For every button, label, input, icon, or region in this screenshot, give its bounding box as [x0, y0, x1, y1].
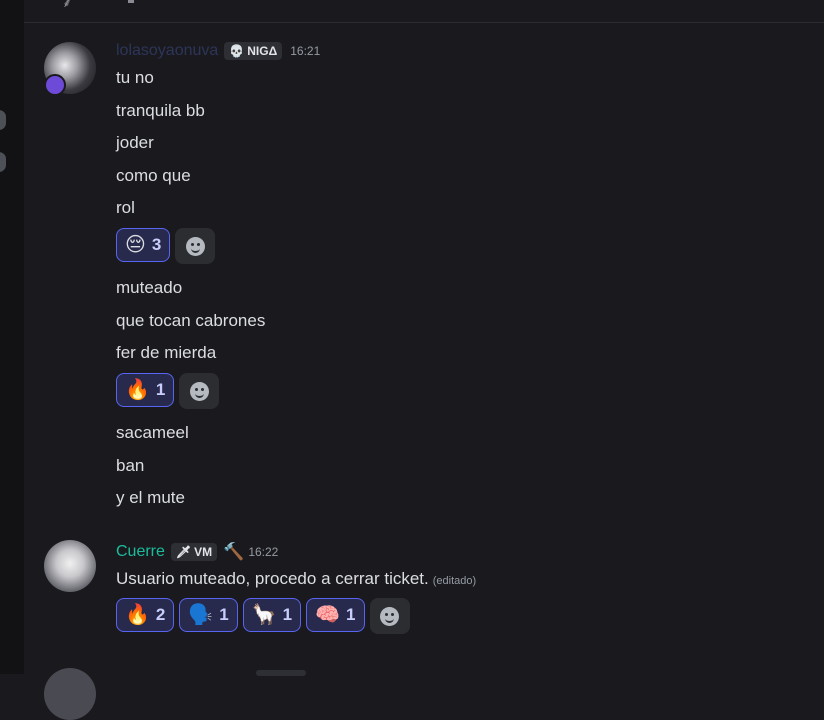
username[interactable]: lolasoyaonuva: [116, 42, 218, 60]
reaction-count: 3: [151, 235, 162, 254]
message-group: [24, 664, 824, 720]
smiley-icon: [189, 381, 209, 401]
reaction-count: 1: [155, 380, 166, 399]
reaction[interactable]: 🔥 1: [116, 373, 175, 407]
role-tag[interactable]: 💀 NIGΔ: [224, 42, 283, 60]
speaking-head-icon: 🗣️: [188, 604, 214, 626]
message-group: Cuerre 🗡 VM 🔨 16:22 Usuario muteado, pro…: [24, 538, 824, 638]
channel-icon: ⸙: [62, 0, 73, 10]
message-text: rol: [116, 198, 135, 217]
smiley-icon: [380, 606, 399, 626]
fire-icon: 🔥: [125, 379, 150, 401]
message-header: lolasoyaonuva 💀 NIGΔ 16:21: [116, 42, 320, 60]
role-tag[interactable]: 🗡 VM: [170, 543, 218, 561]
avatar[interactable]: [44, 668, 96, 720]
message-text: fer de mierda: [116, 343, 217, 362]
reaction-count: 2: [155, 605, 166, 624]
channel-header-fragment: [128, 0, 134, 3]
role-tag[interactable]: [256, 670, 306, 676]
message-text: y el mute: [116, 488, 185, 507]
message-text: ban: [116, 456, 145, 475]
reaction-bar: 🔥 1: [116, 373, 220, 409]
reaction-count: 1: [282, 605, 293, 624]
server-indicator[interactable]: [0, 152, 6, 172]
timestamp[interactable]: 16:22: [248, 545, 278, 559]
reaction[interactable]: 🦙 1: [242, 598, 302, 632]
reaction[interactable]: 🔥 2: [116, 598, 175, 632]
message-text: joder: [116, 133, 154, 152]
add-reaction-button[interactable]: [175, 228, 216, 264]
pensive-face-icon: 😔: [125, 234, 146, 256]
avatar-decoration-icon: [44, 74, 66, 96]
smiley-icon: [185, 236, 205, 256]
role-tag-label: NIGΔ: [247, 44, 278, 58]
message-text: tu no: [116, 68, 154, 87]
message-text: tranquila bb: [116, 101, 205, 120]
message-header: Cuerre 🗡 VM 🔨 16:22: [116, 542, 278, 562]
message-text: que tocan cabrones: [116, 311, 266, 330]
message-text: Usuario muteado, procedo a cerrar ticket…: [116, 569, 476, 589]
reaction-bar: 🔥 2 🗣️ 1 🦙 1 🧠 1: [116, 598, 410, 634]
reaction[interactable]: 😔 3: [116, 228, 171, 262]
skull-icon: 💀: [229, 44, 245, 58]
reaction-bar: 😔 3: [116, 228, 216, 264]
username[interactable]: Cuerre: [116, 543, 165, 561]
channel-header: ⸙: [24, 0, 824, 23]
brain-icon: 🧠: [315, 604, 341, 626]
llama-icon: 🦙: [251, 604, 277, 626]
message-text: como que: [116, 166, 191, 185]
message-text-content: Usuario muteado, procedo a cerrar ticket…: [116, 569, 429, 588]
sword-icon: 🗡: [175, 545, 192, 559]
edited-label: (editado): [432, 575, 477, 587]
server-sidebar: [0, 0, 24, 674]
fire-icon: 🔥: [125, 604, 150, 626]
message-text: muteado: [116, 278, 183, 297]
server-indicator[interactable]: [0, 110, 6, 130]
role-tag-label: VM: [194, 545, 213, 559]
timestamp[interactable]: 16:21: [290, 44, 320, 58]
reaction-count: 1: [219, 605, 229, 624]
message-group: lolasoyaonuva 💀 NIGΔ 16:21 tu no tranqui…: [24, 38, 824, 518]
add-reaction-button[interactable]: [179, 373, 220, 409]
hammer-icon: 🔨: [223, 542, 245, 561]
reaction[interactable]: 🧠 1: [306, 598, 365, 632]
add-reaction-button[interactable]: [369, 598, 410, 634]
reaction-count: 1: [346, 605, 356, 624]
reaction[interactable]: 🗣️ 1: [179, 598, 238, 632]
message-text: sacameel: [116, 423, 189, 442]
avatar[interactable]: [44, 540, 96, 592]
